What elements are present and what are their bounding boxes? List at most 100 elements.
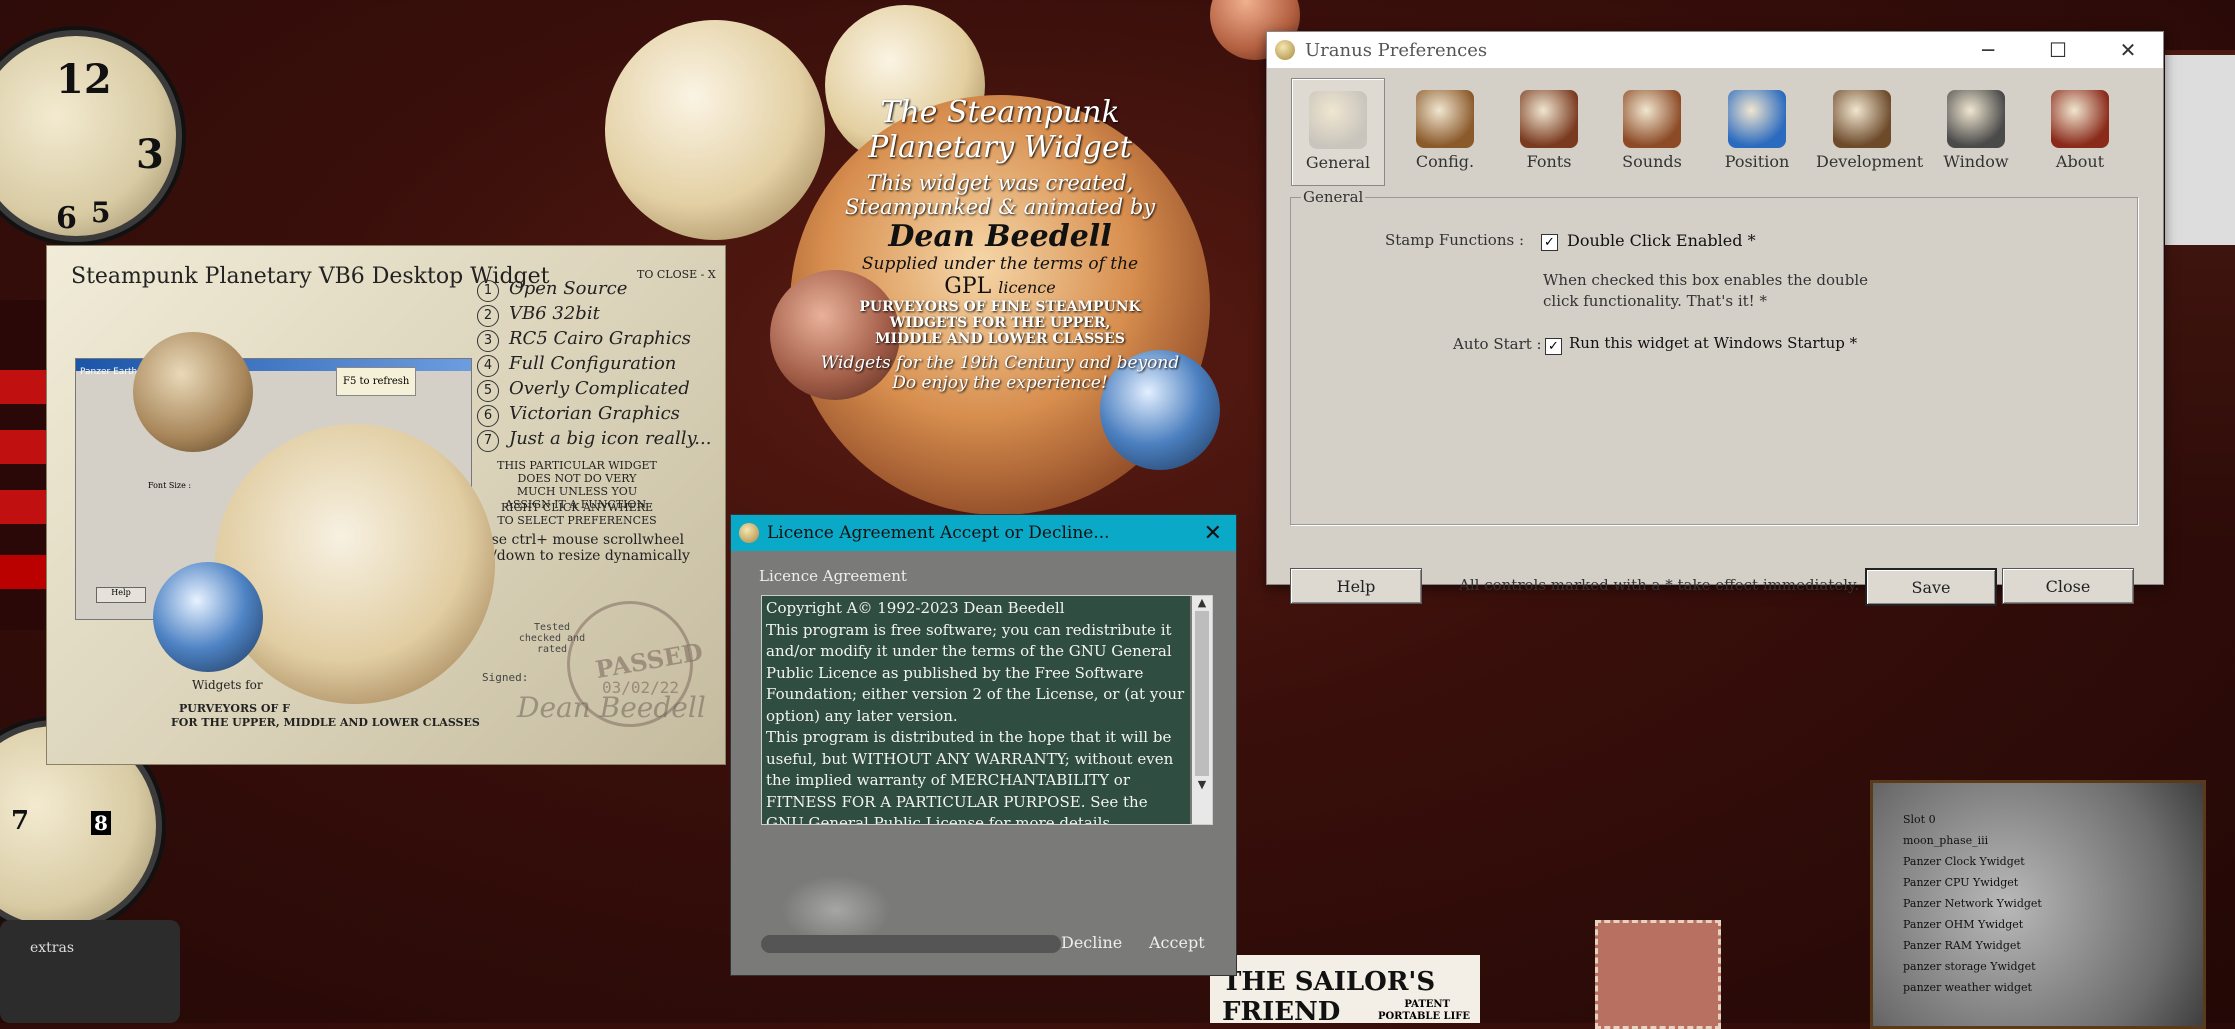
licence-label: Licence Agreement bbox=[759, 567, 907, 585]
close-button[interactable]: Close bbox=[2002, 568, 2134, 604]
feature-text: Open Source bbox=[509, 278, 628, 299]
dock-item[interactable]: moon_phase_iii bbox=[1903, 834, 2042, 855]
tab-about[interactable]: About bbox=[2034, 78, 2126, 184]
licence-paragraph: Copyright A© 1992-2023 Dean Beedell bbox=[766, 599, 1065, 617]
dock-item[interactable]: panzer weather widget bbox=[1903, 981, 2042, 1002]
clock-number: 5 bbox=[91, 196, 111, 229]
prefs-toolbar: General Config. Fonts Sounds Position Develop… bbox=[1291, 78, 2141, 188]
save-button[interactable]: Save bbox=[1865, 568, 1997, 606]
tab-sounds[interactable]: Sounds bbox=[1606, 78, 1698, 184]
sailor-portable: PORTABLE LIFE bbox=[1377, 1011, 1470, 1022]
feature-number: 4 bbox=[477, 355, 499, 377]
prefs-titlebar[interactable]: Uranus Preferences ─ ☐ ✕ bbox=[1267, 32, 2163, 68]
help-button[interactable]: Help bbox=[1290, 568, 1422, 604]
scrollbar-thumb[interactable] bbox=[1195, 611, 1209, 776]
tab-label: Window bbox=[1943, 152, 2009, 171]
dock-item[interactable]: Panzer RAM Ywidget bbox=[1903, 939, 2042, 960]
prefs-body: General Config. Fonts Sounds Position Develop… bbox=[1267, 68, 2163, 606]
decline-button[interactable]: Decline bbox=[1061, 933, 1122, 952]
tab-label: Development bbox=[1816, 152, 1924, 171]
banner-line: Planetary Widget bbox=[868, 130, 1132, 165]
maximize-button[interactable]: ☐ bbox=[2023, 32, 2093, 68]
signature: Dean Beedell bbox=[517, 691, 706, 724]
licence-slider-bar bbox=[761, 935, 1061, 953]
feature-number: 3 bbox=[477, 330, 499, 352]
fonts-icon bbox=[1520, 90, 1578, 148]
dock-item[interactable]: Panzer Network Ywidget bbox=[1903, 897, 2042, 918]
feature-number: 7 bbox=[477, 430, 499, 452]
banner-line: MIDDLE AND LOWER CLASSES bbox=[875, 331, 1125, 347]
window-icon bbox=[1947, 90, 2005, 148]
stamp-functions-label: Stamp Functions : bbox=[1385, 231, 1525, 249]
dock-item[interactable]: Panzer CPU Ywidget bbox=[1903, 876, 2042, 897]
scroll-up-icon[interactable]: ▲ bbox=[1192, 596, 1212, 609]
banner-line: Widgets for the 19th Century and beyond bbox=[820, 353, 1180, 373]
close-window-button[interactable]: ✕ bbox=[2093, 32, 2163, 68]
dock-item[interactable]: Panzer Clock Ywidget bbox=[1903, 855, 2042, 876]
tab-label: About bbox=[2055, 152, 2105, 171]
double-click-label[interactable]: Double Click Enabled * bbox=[1567, 231, 1756, 250]
splash-screen[interactable]: Steampunk Planetary VB6 Desktop Widget T… bbox=[46, 245, 726, 765]
tab-label: Fonts bbox=[1526, 152, 1572, 171]
double-click-checkbox[interactable]: ✓ bbox=[1541, 232, 1558, 251]
red-indicator bbox=[0, 555, 46, 589]
sounds-icon bbox=[1623, 90, 1681, 148]
feature-item: 1 Open Source bbox=[477, 278, 711, 303]
clock-widget[interactable]: 12 3 6 5 bbox=[0, 30, 182, 242]
dock-item[interactable]: Panzer OHM Ywidget bbox=[1903, 918, 2042, 939]
switch-icon bbox=[1309, 91, 1367, 149]
feature-text: Full Configuration bbox=[509, 353, 677, 374]
dock-panel[interactable]: Slot 0 moon_phase_iii Panzer Clock Ywidget… bbox=[1870, 780, 2206, 1029]
scroll-down-icon[interactable]: ▼ bbox=[1192, 778, 1212, 791]
clock-number: 6 bbox=[56, 201, 77, 236]
planet-saturn bbox=[605, 20, 825, 240]
globe-icon bbox=[1728, 90, 1786, 148]
dock-item[interactable]: panzer storage Ywidget bbox=[1903, 960, 2042, 981]
banner-text: The Steampunk Planetary Widget This widg… bbox=[820, 95, 1180, 393]
licence-scrollbar[interactable]: ▲ ▼ bbox=[1192, 596, 1212, 824]
group-label: General bbox=[1301, 188, 1366, 206]
preferences-window[interactable]: Uranus Preferences ─ ☐ ✕ General Config. F… bbox=[1266, 31, 2164, 606]
licence-paragraph: This program is free software; you can r… bbox=[766, 620, 1185, 725]
feature-text: Overly Complicated bbox=[509, 378, 690, 399]
feature-text: Victorian Graphics bbox=[509, 403, 680, 424]
dock-item[interactable]: Slot 0 bbox=[1903, 813, 2042, 834]
banner-line: This widget was created, bbox=[866, 171, 1134, 195]
licence-window[interactable]: Licence Agreement Accept or Decline... ✕… bbox=[730, 514, 1237, 976]
tab-label: Position bbox=[1724, 152, 1790, 171]
red-indicator bbox=[0, 370, 46, 404]
clock-number: 7 bbox=[11, 806, 30, 836]
licence-textbox[interactable]: Copyright A© 1992-2023 Dean Beedell This … bbox=[761, 595, 1213, 825]
footer-note: All controls marked with a * take effect… bbox=[1459, 576, 1860, 594]
speaker-gadget[interactable]: extras bbox=[0, 920, 180, 1023]
feature-item: 4 Full Configuration bbox=[477, 353, 711, 378]
banner-gpl: GPL bbox=[944, 274, 992, 299]
tab-position[interactable]: Position bbox=[1711, 78, 1803, 184]
tab-general[interactable]: General bbox=[1291, 78, 1385, 186]
splash-note: RIGHT CLICK ANYWHERE TO SELECT PREFERENC… bbox=[497, 501, 657, 527]
minimize-button[interactable]: ─ bbox=[1953, 32, 2023, 68]
tab-fonts[interactable]: Fonts bbox=[1503, 78, 1595, 184]
licence-text: Copyright A© 1992-2023 Dean Beedell This … bbox=[762, 596, 1190, 824]
auto-start-label: Auto Start : bbox=[1453, 335, 1542, 353]
double-click-description: When checked this box enables the double… bbox=[1543, 271, 1868, 310]
feature-number: 6 bbox=[477, 405, 499, 427]
close-licence-button[interactable]: ✕ bbox=[1204, 521, 1222, 546]
auto-start-option[interactable]: Run this widget at Windows Startup * bbox=[1569, 334, 1857, 352]
mini-font-label: Font Size : bbox=[148, 481, 192, 490]
banner-line: The Steampunk bbox=[880, 95, 1120, 130]
tab-config[interactable]: Config. bbox=[1399, 78, 1491, 184]
clock-number: 12 bbox=[56, 56, 112, 103]
feature-text: VB6 32bit bbox=[509, 303, 600, 324]
splash-widgets-for: Widgets for bbox=[192, 678, 263, 692]
config-icon bbox=[1416, 90, 1474, 148]
feature-item: 2 VB6 32bit bbox=[477, 303, 711, 328]
licence-titlebar[interactable]: Licence Agreement Accept or Decline... ✕ bbox=[731, 515, 1236, 551]
auto-start-checkbox[interactable]: ✓ bbox=[1545, 336, 1562, 355]
banner-line: Supplied under the terms of the bbox=[861, 254, 1139, 274]
accept-button[interactable]: Accept bbox=[1149, 933, 1205, 952]
tab-development[interactable]: Development bbox=[1816, 78, 1924, 184]
splash-planet-earth bbox=[153, 562, 263, 672]
banner-line: Do enjoy the experience! bbox=[892, 373, 1108, 393]
tab-window[interactable]: Window bbox=[1930, 78, 2022, 184]
